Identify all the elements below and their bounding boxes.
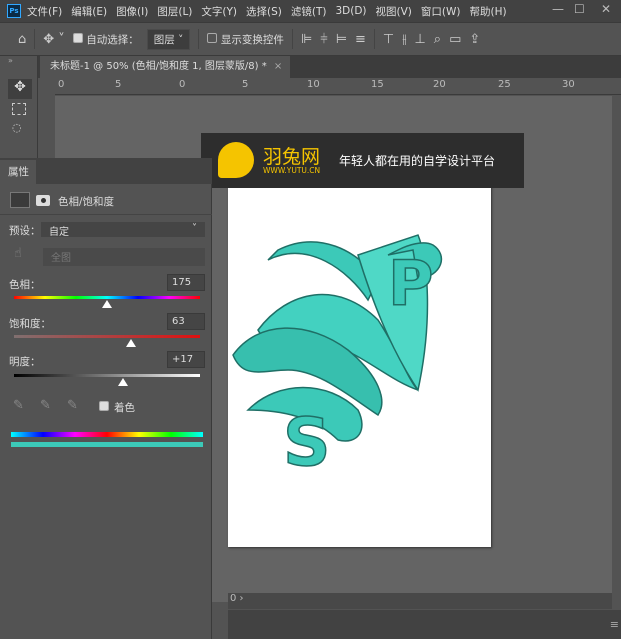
show-transform-checkbox[interactable]: 显示变换控件 (207, 32, 284, 47)
document-canvas[interactable]: P S (228, 180, 491, 547)
svg-text:S: S (283, 404, 331, 481)
lightness-slider-track[interactable] (14, 374, 200, 377)
marquee-tool-icon[interactable] (12, 103, 26, 115)
slogan: 年轻人都在用的自学设计平台 (339, 154, 496, 168)
brand-name: 羽兔网 (263, 146, 321, 168)
ruler-tick: 5 (115, 79, 122, 90)
align-right-icon[interactable]: ⊨ (336, 32, 347, 47)
preset-label: 预设： (9, 225, 41, 237)
menu-select[interactable]: 选择(S) (246, 4, 282, 19)
colorize-checkbox[interactable] (99, 401, 109, 414)
workspace-icon[interactable]: ▭ (449, 32, 461, 47)
watermark-banner: 羽兔网 WWW.YUTU.CN 年轻人都在用的自学设计平台 (201, 133, 524, 188)
bottom-panel: ≡ (228, 610, 621, 639)
target-adjust-hand-icon[interactable]: ☝ (14, 246, 22, 261)
ps-3d-artwork: P S (232, 234, 443, 482)
align-center-icon[interactable]: ⫩ (320, 32, 327, 47)
search-icon[interactable]: ⌕ (434, 32, 441, 47)
channel-dropdown[interactable]: 全图 (43, 248, 205, 266)
menu-3d[interactable]: 3D(D) (335, 5, 366, 17)
menu-help[interactable]: 帮助(H) (470, 4, 507, 19)
horizontal-ruler: 0 5 0 5 10 15 20 25 30 (55, 78, 621, 95)
ruler-tick: 30 (562, 79, 575, 90)
hue-input[interactable]: 175 (167, 274, 205, 291)
close-window-icon[interactable]: ✕ (601, 2, 611, 16)
ruler-tick: 0 (58, 79, 65, 90)
menu-edit[interactable]: 编辑(E) (71, 4, 107, 19)
lightness-input[interactable]: +17 (167, 351, 205, 368)
menu-window[interactable]: 窗口(W) (421, 4, 461, 19)
yutu-logo-icon (218, 142, 254, 178)
brand-url: WWW.YUTU.CN (263, 166, 321, 175)
tab-properties[interactable]: 属性 (0, 160, 36, 184)
menu-type[interactable]: 文字(Y) (201, 4, 237, 19)
ruler-tick: 15 (371, 79, 384, 90)
menu-layer[interactable]: 图层(L) (157, 4, 192, 19)
hue-label: 色相： (9, 279, 41, 291)
menu-bar: Ps 文件(F) 编辑(E) 图像(I) 图层(L) 文字(Y) 选择(S) 滤… (0, 0, 621, 22)
adjustment-title: 色相/饱和度 (58, 196, 115, 208)
ruler-tick: 10 (307, 79, 320, 90)
eyedropper-minus-icon[interactable]: ✎ (67, 398, 78, 413)
lasso-tool-icon[interactable]: ◌ (12, 121, 37, 134)
menu-file[interactable]: 文件(F) (27, 4, 62, 19)
menu-view[interactable]: 视图(V) (376, 4, 412, 19)
options-bar: ⌂ ✥ ˅ 自动选择： 图层 ˅ 显示变换控件 ⊫ ⫩ ⊨ ≡ ⊤ ⫲ ⊥ ⌕ … (0, 22, 621, 56)
align-left-icon[interactable]: ⊫ (301, 32, 312, 47)
maximize-icon[interactable]: ☐ (574, 2, 585, 16)
ruler-tick: 25 (498, 79, 511, 90)
ruler-tick: 0 (179, 79, 186, 90)
svg-text:P: P (388, 247, 433, 320)
distribute-icon[interactable]: ≡ (355, 32, 366, 47)
home-icon[interactable]: ⌂ (18, 32, 26, 47)
ruler-tick: 20 (433, 79, 446, 90)
saturation-slider-track[interactable] (14, 335, 200, 338)
lightness-slider-thumb[interactable] (117, 378, 128, 386)
hue-slider-thumb[interactable] (102, 300, 112, 308)
align-middle-icon[interactable]: ⫲ (402, 32, 406, 47)
mask-icon[interactable] (36, 195, 50, 206)
saturation-slider-thumb[interactable] (126, 339, 137, 347)
menu-image[interactable]: 图像(I) (116, 4, 148, 19)
status-bar: 0 › (228, 593, 612, 609)
colorize-label: 着色 (114, 402, 135, 414)
auto-select-checkbox[interactable]: 自动选择： (72, 32, 139, 47)
output-color-bar (11, 442, 203, 447)
photoshop-logo: Ps (7, 4, 21, 18)
minimize-icon[interactable]: — (552, 2, 564, 16)
vertical-scrollbar[interactable] (612, 96, 621, 596)
input-color-bar (11, 432, 203, 437)
align-top-icon[interactable]: ⊤ (383, 32, 394, 47)
move-tool-icon[interactable]: ✥ (8, 79, 32, 99)
panel-menu-icon[interactable]: ≡ (610, 618, 619, 631)
menu-filter[interactable]: 滤镜(T) (291, 4, 327, 19)
align-bottom-icon[interactable]: ⊥ (414, 32, 425, 47)
eyedropper-plus-icon[interactable]: ✎ (40, 398, 51, 413)
document-tab[interactable]: 未标题-1 @ 50% (色相/饱和度 1, 图层蒙版/8) * × (40, 56, 290, 78)
collapse-icon[interactable]: » (0, 56, 37, 65)
share-icon[interactable]: ⇪ (469, 32, 480, 47)
eyedropper-icon[interactable]: ✎ (13, 398, 24, 413)
hue-slider-track[interactable] (14, 296, 200, 299)
preset-dropdown[interactable]: 自定 ˅ (41, 222, 205, 238)
layer-select-dropdown[interactable]: 图层 ˅ (146, 28, 191, 50)
close-tab-icon[interactable]: × (274, 61, 282, 72)
move-tool-icon[interactable]: ✥ ˅ (43, 32, 65, 47)
ruler-tick: 5 (242, 79, 249, 90)
adjustment-icon[interactable] (10, 192, 30, 208)
lightness-label: 明度： (9, 356, 41, 368)
saturation-input[interactable]: 63 (167, 313, 205, 330)
saturation-label: 饱和度： (9, 318, 51, 330)
